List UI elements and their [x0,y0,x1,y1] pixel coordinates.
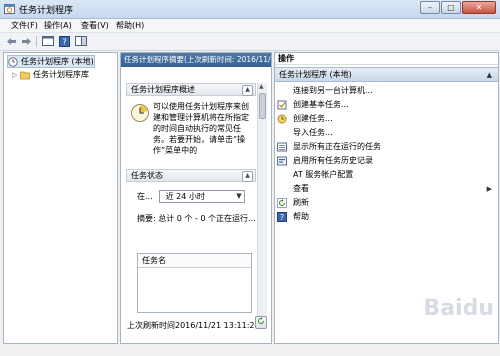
list-icon [277,142,287,152]
clock-icon [8,56,18,67]
status-filter-label: 在... [137,192,153,201]
close-button[interactable]: ✕ [462,1,496,14]
actions-group-header[interactable]: 任务计划程序 (本地) ▲ [275,67,498,82]
help-icon: ? [277,212,287,222]
minimize-button[interactable]: – [420,1,440,14]
submenu-arrow-icon: ▶ [486,185,492,193]
maximize-button[interactable]: □ [441,1,461,14]
folder-icon [20,71,30,79]
forward-button[interactable] [20,35,33,47]
action-label: 帮助 [293,212,309,221]
status-summary: 摘要: 总计 0 个 - 0 个正在运行... [137,214,256,223]
action-label: 查看 [293,184,309,193]
overview-title: 任务计划程序概述 [131,85,195,94]
action-label: 连接到另一台计算机... [293,86,373,95]
actions-group-label: 任务计划程序 (本地) [279,70,352,79]
action-show-running[interactable]: 显示所有正在运行的任务 [275,141,498,153]
task-icon [277,114,287,124]
refresh-small-icon [258,317,264,324]
back-button[interactable] [5,35,18,47]
refresh-summary-button[interactable] [255,316,267,329]
action-label: 创建基本任务... [293,100,349,109]
show-actions-button[interactable] [74,35,87,47]
action-pane-icon [74,36,87,46]
last-refresh-text: 上次刷新时间2016/11/21 13:11:24 [127,321,260,330]
action-label: 导入任务... [293,128,333,137]
action-refresh[interactable]: 刷新 [275,197,498,209]
window-title: 任务计划程序 [19,6,74,16]
status-filter-row: 在... 近 24 小时 ▼ [137,190,245,203]
collapse-arrow-icon[interactable]: ▲ [487,68,492,82]
svg-text:?: ? [62,37,66,46]
tree-root-label: 任务计划程序 (本地) [21,57,94,66]
action-label: 显示所有正在运行的任务 [293,142,381,151]
task-table[interactable]: 任务名 [137,253,252,313]
help-toolbar-button[interactable]: ? [58,35,71,47]
wizard-icon [277,100,287,110]
action-create-basic-task[interactable]: 创建基本任务... [275,99,498,111]
action-at-service[interactable]: AT 服务帐户配置 [275,169,498,181]
task-name-column[interactable]: 任务名 [138,254,251,268]
task-scheduler-window: 任务计划程序 – □ ✕ 文件(F) 操作(A) 查看(V) 帮助(H) ? 任… [0,0,500,356]
action-connect[interactable]: 连接到另一台计算机... [275,85,498,97]
status-bar [0,344,500,356]
help-book-icon: ? [59,35,70,47]
svg-text:?: ? [280,213,284,222]
menu-help[interactable]: 帮助(H) [114,20,146,31]
actions-title: 操作 [275,53,498,65]
app-icon [4,4,15,14]
tree-library[interactable]: ▷ 任务计划程序库 [12,69,89,80]
status-section-header[interactable]: 任务状态 ▲ [126,169,256,182]
summary-header: 任务计划程序摘要(上次刷新时间: 2016/11/ [121,53,271,67]
scroll-up-icon[interactable]: ▲ [259,83,264,90]
console-tree: 任务计划程序 (本地) ▷ 任务计划程序库 [3,52,118,344]
time-range-value: 近 24 小时 [165,192,205,201]
watermark-logo: Baidu [423,296,494,321]
menu-action[interactable]: 操作(A) [42,20,74,31]
action-help[interactable]: ? 帮助 [275,211,498,223]
time-range-select[interactable]: 近 24 小时 ▼ [158,190,245,203]
action-import-task[interactable]: 导入任务... [275,127,498,139]
tree-root[interactable]: 任务计划程序 (本地) [7,55,95,68]
history-icon [277,156,287,166]
overview-body: 可以使用任务计划程序来创建和管理计算机将在所指定的时间自动执行的常见任务。若要开… [126,98,256,164]
menu-file[interactable]: 文件(F) [9,20,40,31]
scheduler-clock-icon [131,104,149,122]
action-label: 创建任务... [293,114,333,123]
action-enable-history[interactable]: 启用所有任务历史记录 [275,155,498,167]
overview-section-header[interactable]: 任务计划程序概述 ▲ [126,83,256,96]
action-create-task[interactable]: 创建任务... [275,113,498,125]
overview-text: 可以使用任务计划程序来创建和管理计算机将在所指定的时间自动执行的常见任务。若要开… [153,102,249,155]
action-view[interactable]: 查看 ▶ [275,183,498,195]
status-title: 任务状态 [131,171,163,180]
action-label: AT 服务帐户配置 [293,170,354,179]
collapse-icon[interactable]: ▲ [242,85,253,96]
menu-bar: 文件(F) 操作(A) 查看(V) 帮助(H) [0,19,500,33]
action-label: 刷新 [293,198,309,207]
menu-view[interactable]: 查看(V) [79,20,111,31]
console-tree-icon [41,36,54,46]
refresh-icon [277,198,287,208]
collapse-icon[interactable]: ▲ [242,171,253,182]
toolbar: ? [0,33,500,51]
tree-library-label: 任务计划程序库 [33,70,89,79]
summary-pane: 任务计划程序摘要(上次刷新时间: 2016/11/ 任务计划程序概述 ▲ 可以使… [120,52,272,344]
show-tree-button[interactable] [41,35,54,47]
dropdown-arrow-icon: ▼ [236,192,242,200]
back-arrow-icon [7,37,16,45]
status-scrollbar[interactable] [257,181,267,321]
scroll-thumb[interactable] [259,93,266,119]
expand-icon[interactable]: ▷ [12,71,20,79]
forward-arrow-icon [22,37,31,45]
action-label: 启用所有任务历史记录 [293,156,373,165]
title-bar: 任务计划程序 – □ ✕ [0,0,500,19]
